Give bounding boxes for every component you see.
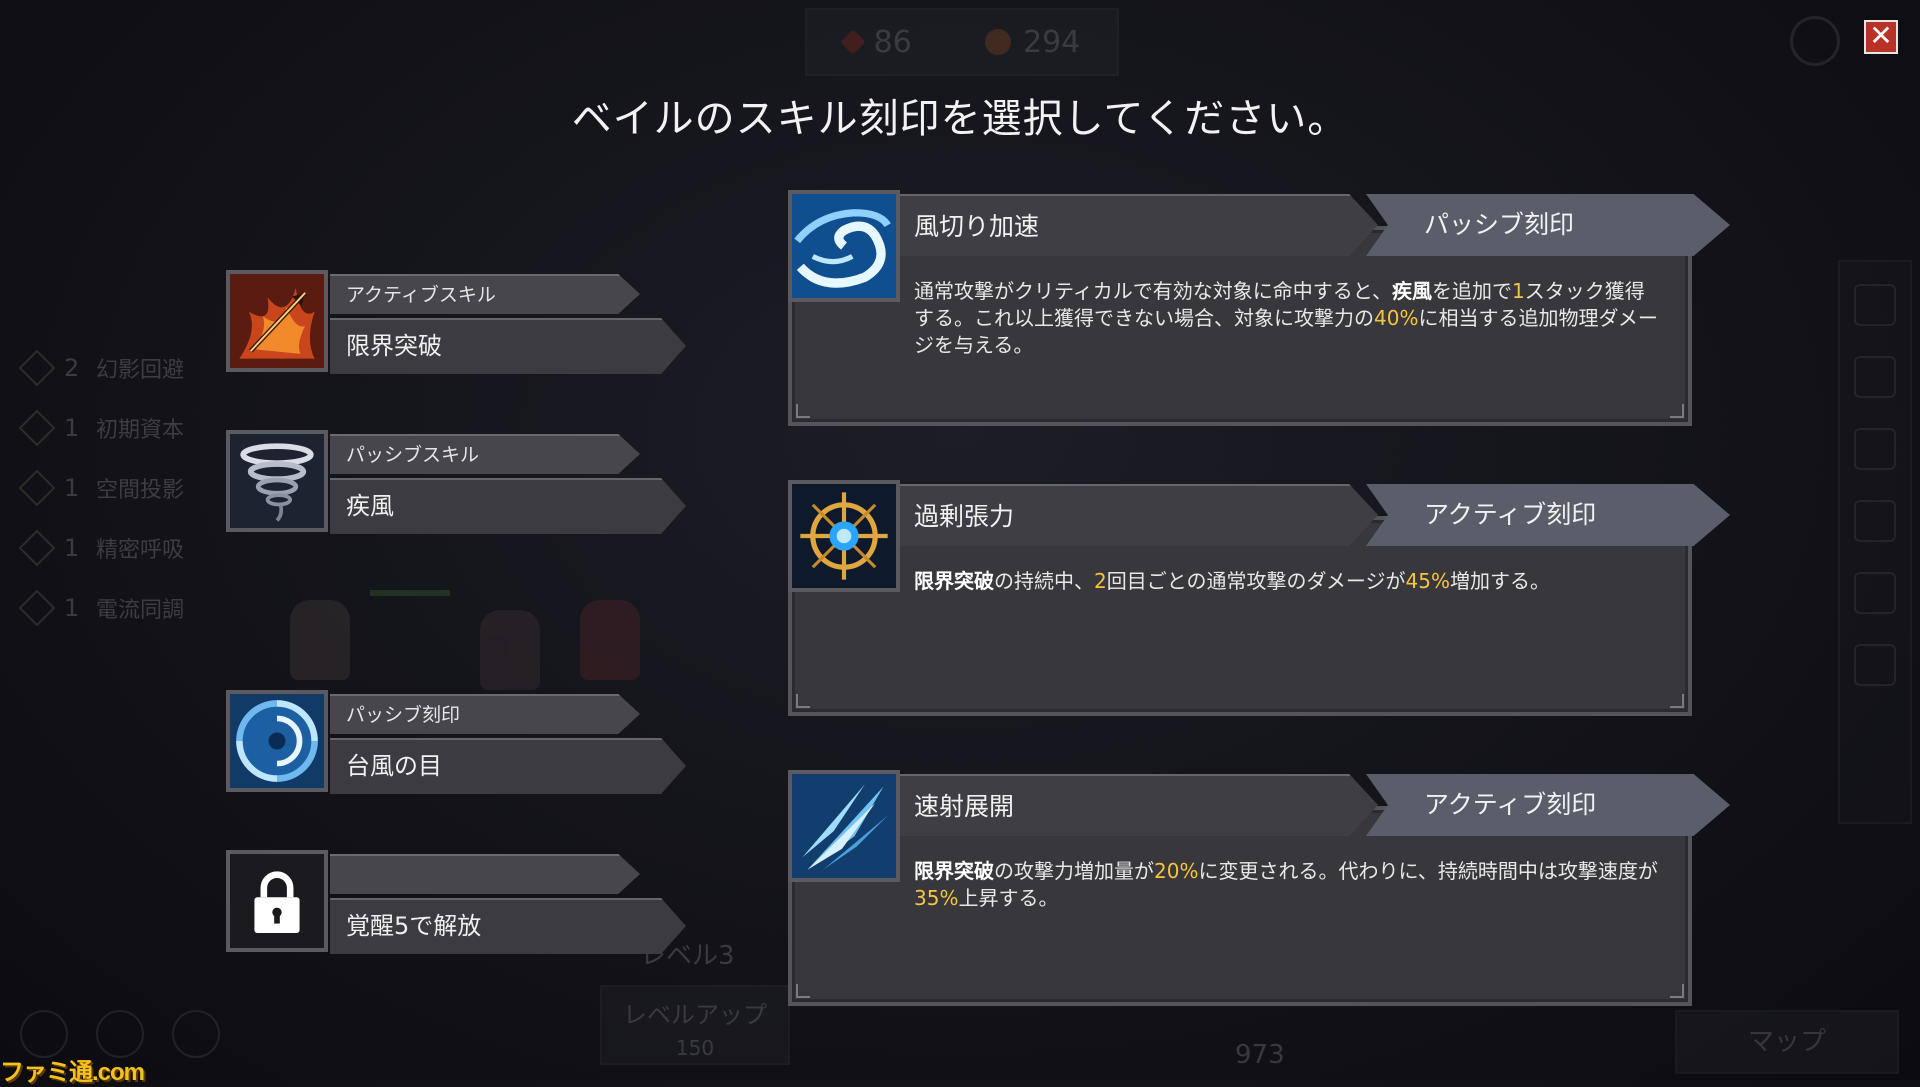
skill-slot-name: 限界突破 xyxy=(330,318,686,374)
highlight-value: 35% xyxy=(914,886,959,910)
character-sprite xyxy=(580,600,640,680)
engraving-option-card[interactable]: 風切り加速 パッシブ刻印 通常攻撃がクリティカルで有効な対象に命中すると、疾風を… xyxy=(788,190,1730,438)
watermark-logo: ファミ通.com xyxy=(0,1059,145,1086)
keyword: 疾風 xyxy=(1392,279,1432,303)
skill-slot-passive-engraving[interactable]: パッシブ刻印 台風の目 xyxy=(226,690,686,802)
gold-amount: 973 xyxy=(1235,1040,1285,1070)
panel-icon xyxy=(1854,644,1896,686)
highlight-value: 45% xyxy=(1405,569,1450,593)
close-button[interactable]: ✕ xyxy=(1864,20,1898,54)
map-button: マップ xyxy=(1675,1010,1899,1074)
engraving-option-card[interactable]: 過剰張力 アクティブ刻印 限界突破の持続中、2回目ごとの通常攻撃のダメージが45… xyxy=(788,480,1730,728)
skill-slot-name: 覚醒5で解放 xyxy=(330,898,686,954)
option-type-badge: アクティブ刻印 xyxy=(1366,774,1730,836)
highlight-value: 40% xyxy=(1374,306,1419,330)
option-name: 風切り加速 xyxy=(898,194,1378,256)
option-description: 限界突破の持続中、2回目ごとの通常攻撃のダメージが45%増加する。 xyxy=(914,568,1664,595)
diamond-icon xyxy=(18,409,56,447)
rapid-shot-icon xyxy=(788,770,900,882)
tornado-icon xyxy=(226,430,328,532)
crosshair-wheel-icon xyxy=(788,480,900,592)
skill-slot-locked[interactable]: 覚醒5で解放 xyxy=(226,850,686,962)
skill-slot-type-label: パッシブスキル xyxy=(330,434,640,474)
page-title: ベイルのスキル刻印を選択してください。 xyxy=(571,96,1349,142)
skill-slot-type-label: パッシブ刻印 xyxy=(330,694,640,734)
skill-slot-active[interactable]: アクティブスキル 限界突破 xyxy=(226,270,686,382)
description-text: を追加で xyxy=(1432,279,1512,303)
diamond-icon xyxy=(18,349,56,387)
typhoon-eye-icon xyxy=(226,690,328,792)
list-item: 1 初期資本 xyxy=(18,398,208,458)
right-side-panel xyxy=(1838,260,1912,824)
description-text: 上昇する。 xyxy=(958,886,1059,910)
lock-icon xyxy=(226,850,328,952)
highlight-value: 20% xyxy=(1154,859,1199,883)
party-characters xyxy=(270,540,690,700)
arrow-burst-icon xyxy=(226,270,328,372)
resource-bar: 86 294 xyxy=(805,8,1119,76)
highlight-value: 1 xyxy=(1512,279,1525,303)
keyword: 限界突破 xyxy=(914,859,994,883)
option-card-body xyxy=(788,516,1692,716)
close-icon: ✕ xyxy=(1869,19,1893,52)
skill-slot-type-label: アクティブスキル xyxy=(330,274,640,314)
background-engraving-list: 2 幻影回避 1 初期資本 1 空間投影 1 精密呼吸 1 電流同調 xyxy=(18,338,208,638)
bottom-icon xyxy=(96,1010,144,1058)
keyword: 限界突破 xyxy=(914,569,994,593)
skill-slot-passive[interactable]: パッシブスキル 疾風 xyxy=(226,430,686,542)
option-description: 限界突破の攻撃力増加量が20%に変更される。代わりに、持続時間中は攻撃速度が 35… xyxy=(914,858,1664,912)
list-item: 2 幻影回避 xyxy=(18,338,208,398)
settings-gear-icon xyxy=(1790,16,1840,66)
option-name: 速射展開 xyxy=(898,774,1378,836)
panel-icon xyxy=(1854,284,1896,326)
highlight-value: 2 xyxy=(1094,569,1107,593)
wind-swirl-icon xyxy=(788,190,900,302)
bottom-icons xyxy=(20,1010,220,1058)
resource-coin: 294 xyxy=(985,25,1080,60)
panel-icon xyxy=(1854,572,1896,614)
bottom-icon xyxy=(20,1010,68,1058)
description-text: に変更される。代わりに、持続時間中は攻撃速度が xyxy=(1198,859,1658,883)
skill-slot-type-label xyxy=(330,854,640,894)
character-sprite xyxy=(290,600,350,680)
resource-coin-value: 294 xyxy=(1023,24,1081,60)
list-item: 1 精密呼吸 xyxy=(18,518,208,578)
panel-icon xyxy=(1854,356,1896,398)
option-description: 通常攻撃がクリティカルで有効な対象に命中すると、疾風を追加で1スタック獲得する。… xyxy=(914,278,1664,359)
bottom-icon xyxy=(172,1010,220,1058)
character-sprite xyxy=(480,610,540,690)
option-type-badge: パッシブ刻印 xyxy=(1366,194,1730,256)
diamond-icon xyxy=(18,529,56,567)
resource-fire-value: 86 xyxy=(873,24,912,60)
list-item: 1 空間投影 xyxy=(18,458,208,518)
engraving-option-card[interactable]: 速射展開 アクティブ刻印 限界突破の攻撃力増加量が20%に変更される。代わりに、… xyxy=(788,770,1730,1018)
option-name: 過剰張力 xyxy=(898,484,1378,546)
description-text: 増加する。 xyxy=(1450,569,1550,593)
resource-fire: 86 xyxy=(839,24,912,60)
description-text: の攻撃力増加量が xyxy=(994,859,1154,883)
hp-bar xyxy=(370,590,450,596)
description-text: の持続中、 xyxy=(994,569,1094,593)
diamond-icon xyxy=(18,469,56,507)
coin-icon xyxy=(985,29,1012,55)
level-up-button: レベルアップ 150 xyxy=(600,985,790,1065)
option-type-badge: アクティブ刻印 xyxy=(1366,484,1730,546)
skill-slot-name: 疾風 xyxy=(330,478,686,534)
skill-slot-name: 台風の目 xyxy=(330,738,686,794)
diamond-icon xyxy=(18,589,56,627)
list-item: 1 電流同調 xyxy=(18,578,208,638)
description-text: 回目ごとの通常攻撃のダメージが xyxy=(1106,569,1406,593)
panel-icon xyxy=(1854,500,1896,542)
description-text: 通常攻撃がクリティカルで有効な対象に命中すると、 xyxy=(914,279,1392,303)
fire-icon xyxy=(839,29,866,55)
panel-icon xyxy=(1854,428,1896,470)
